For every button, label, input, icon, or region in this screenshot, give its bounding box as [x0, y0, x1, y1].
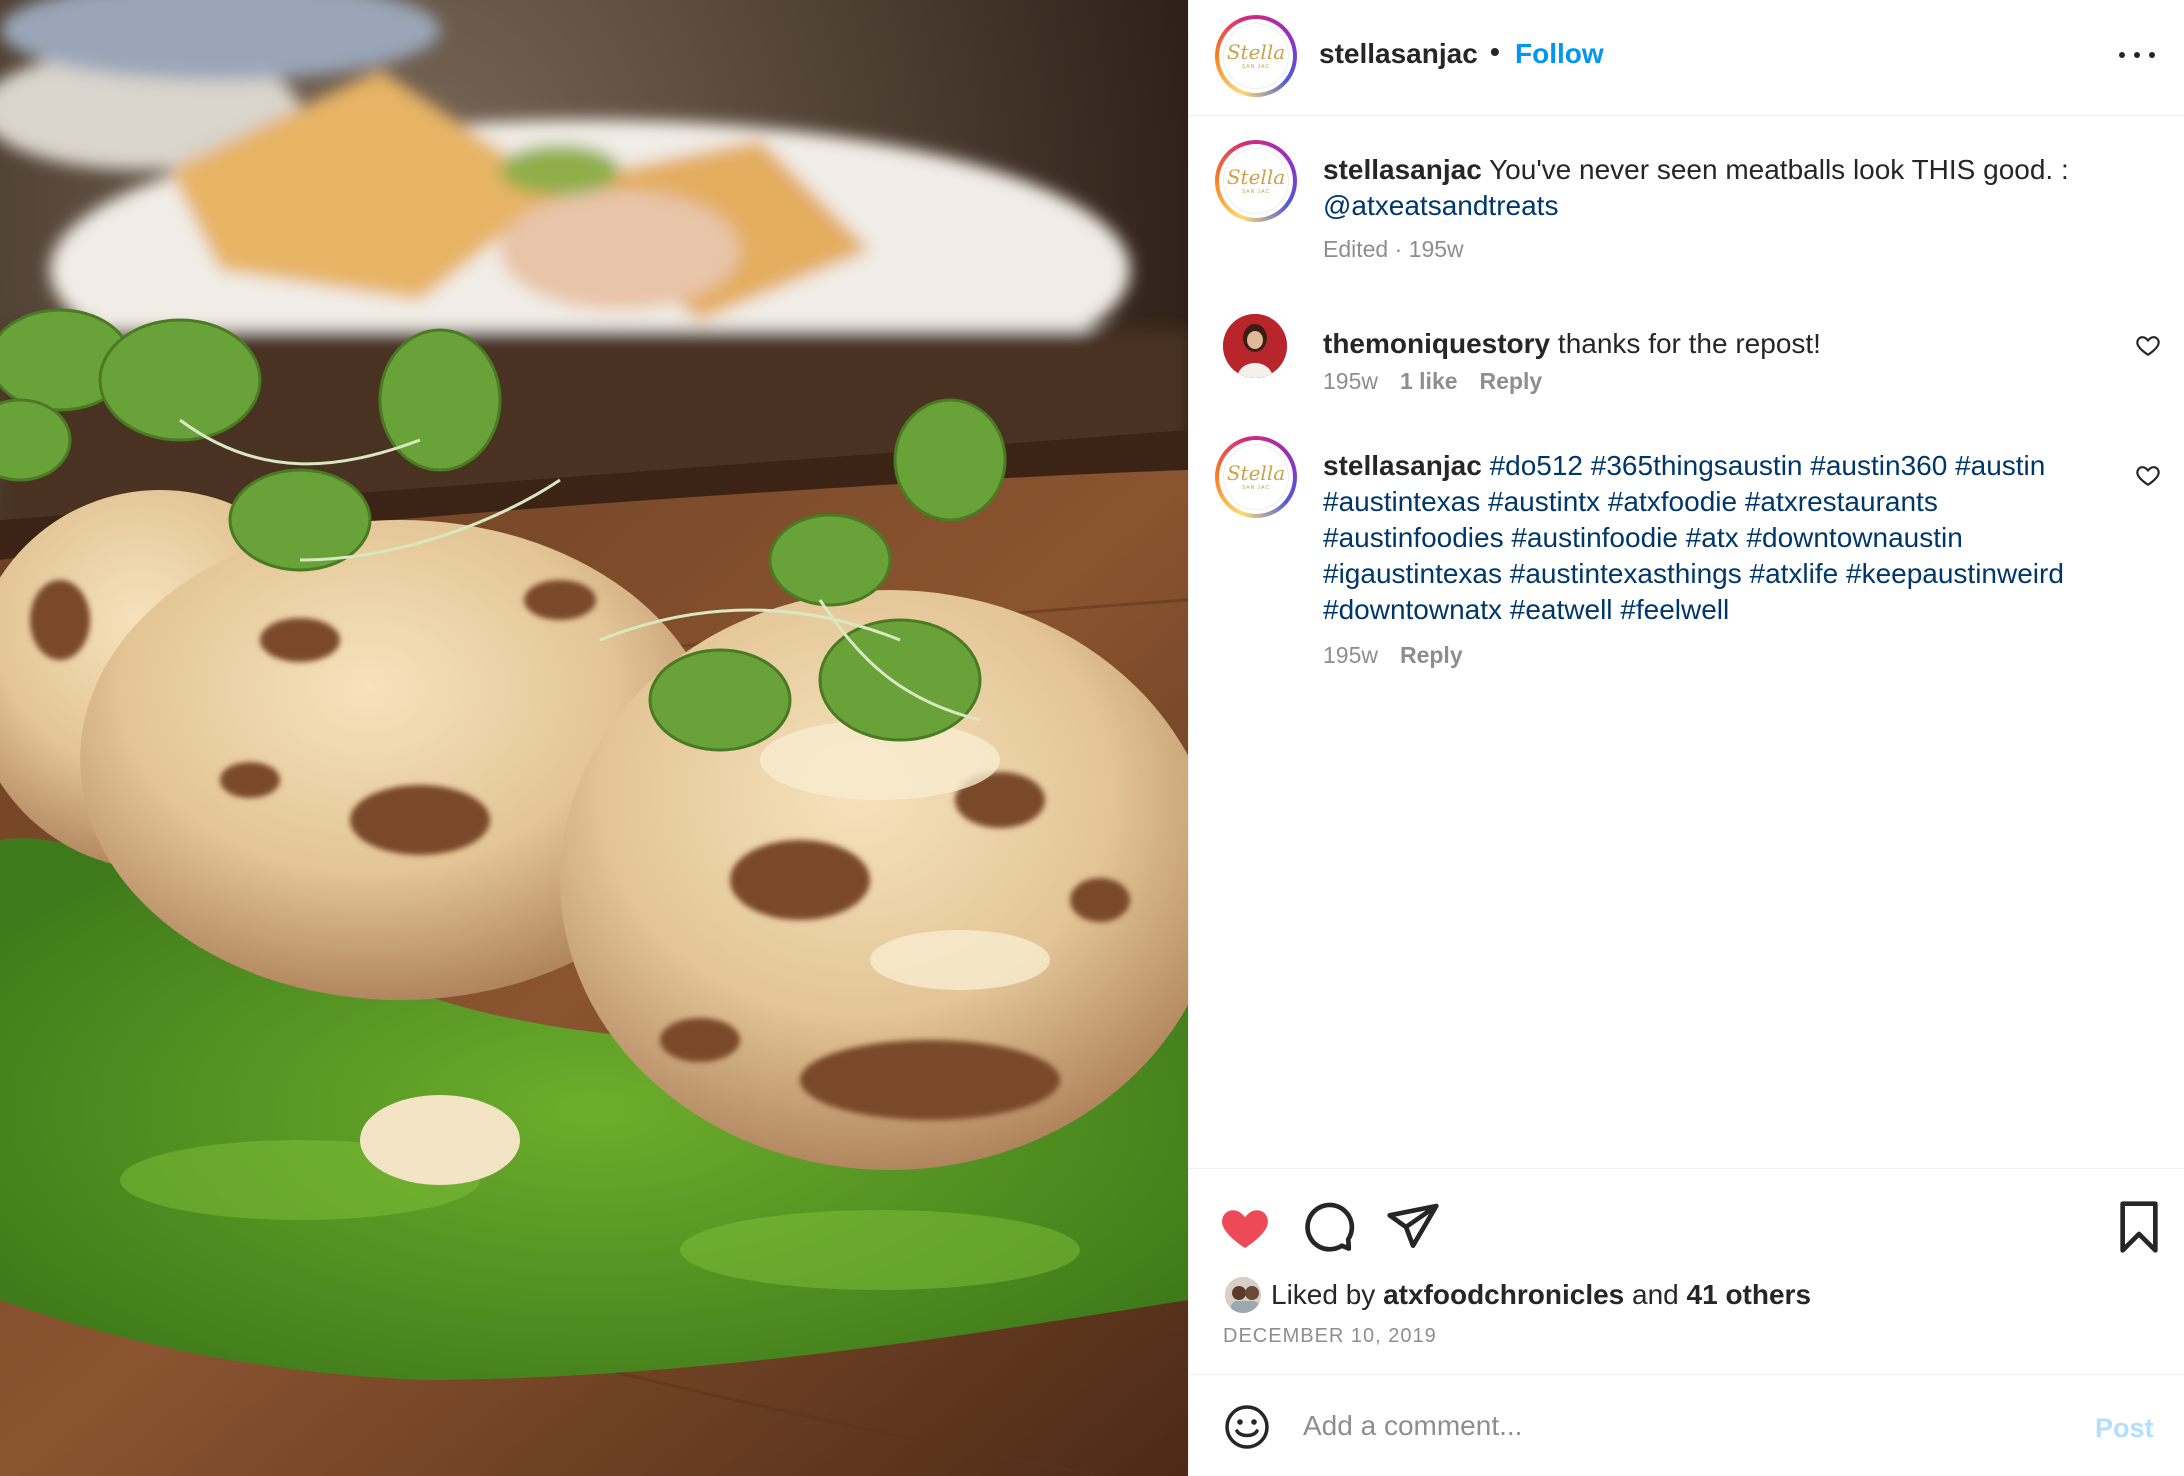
reply-button[interactable]: Reply [1480, 368, 1543, 394]
liker-username[interactable]: atxfoodchronicles [1383, 1279, 1624, 1311]
logo-script: Stella [1226, 165, 1286, 189]
comment-meta: 195w 1 like Reply [1323, 368, 1542, 395]
bookmark-icon[interactable] [2111, 1199, 2167, 1255]
meatballs-photo [0, 0, 1188, 1476]
comment-icon[interactable] [1301, 1199, 1357, 1255]
commenter-avatar[interactable]: Stella SAN JAC [1215, 436, 1297, 518]
logo-sub: SAN JAC [1241, 64, 1271, 70]
caption-username[interactable]: stellasanjac [1323, 154, 1482, 185]
liker-avatar[interactable] [1223, 1275, 1263, 1315]
logo-script: Stella [1226, 461, 1286, 485]
separator-dot: • [1490, 36, 1500, 67]
post-actions: Liked by atxfoodchronicles and 41 others… [1189, 1168, 2184, 1374]
caption-mention-link[interactable]: @atxeatsandtreats [1323, 190, 1558, 221]
post-header: Stella SAN JAC stellasanjac • Follow [1189, 0, 2184, 116]
likes-prefix: Liked by [1271, 1279, 1376, 1310]
caption-meta: Edited · 195w [1323, 236, 1464, 262]
send-icon[interactable] [1385, 1199, 1441, 1255]
comment-meta: 195w Reply [1323, 642, 1463, 669]
commenter-avatar[interactable] [1223, 314, 1287, 378]
follow-button[interactable]: Follow [1515, 38, 1604, 70]
emoji-icon[interactable] [1223, 1403, 1271, 1451]
comment-username[interactable]: themoniquestory [1323, 328, 1550, 359]
comment-username[interactable]: stellasanjac [1323, 450, 1482, 481]
post-photo[interactable] [0, 0, 1188, 1476]
caption-avatar[interactable]: Stella SAN JAC [1215, 140, 1297, 222]
comment-input[interactable] [1303, 1397, 2023, 1455]
caption-text-block: stellasanjac You've never seen meatballs… [1323, 152, 2093, 224]
add-comment-bar: Post [1189, 1374, 2184, 1476]
comment-text-block: themoniquestory thanks for the repost! [1323, 326, 2093, 362]
author-avatar[interactable]: Stella SAN JAC [1215, 15, 1297, 97]
author-username[interactable]: stellasanjac [1319, 38, 1478, 70]
logo-sub: SAN JAC [1241, 189, 1271, 195]
comment-age: 195w [1323, 368, 1378, 394]
heart-outline-icon[interactable] [2135, 332, 2161, 358]
comment-age: 195w [1323, 642, 1378, 668]
caption-text: You've never seen meatballs look THIS go… [1489, 154, 2069, 185]
post-details-panel: Stella SAN JAC stellasanjac • Follow Ste… [1188, 0, 2184, 1476]
comment-text-block: stellasanjac #do512 #365thingsaustin #au… [1323, 448, 2103, 628]
post-comment-button[interactable]: Post [2095, 1413, 2154, 1444]
likes-summary: Liked by atxfoodchronicles and 41 others [1223, 1275, 1811, 1315]
logo-script: Stella [1226, 40, 1286, 64]
likes-others-link[interactable]: 41 others [1687, 1279, 1812, 1311]
comment-text: thanks for the repost! [1557, 328, 1821, 359]
logo-sub: SAN JAC [1241, 485, 1271, 491]
reply-button[interactable]: Reply [1400, 642, 1463, 668]
comment-likes-count[interactable]: 1 like [1400, 368, 1458, 394]
more-horizontal-icon[interactable] [2117, 40, 2157, 70]
heart-filled-icon[interactable] [1217, 1199, 1273, 1255]
post-date: DECEMBER 10, 2019 [1223, 1325, 1437, 1347]
heart-outline-icon[interactable] [2135, 462, 2161, 488]
likes-middle: and [1632, 1279, 1679, 1310]
